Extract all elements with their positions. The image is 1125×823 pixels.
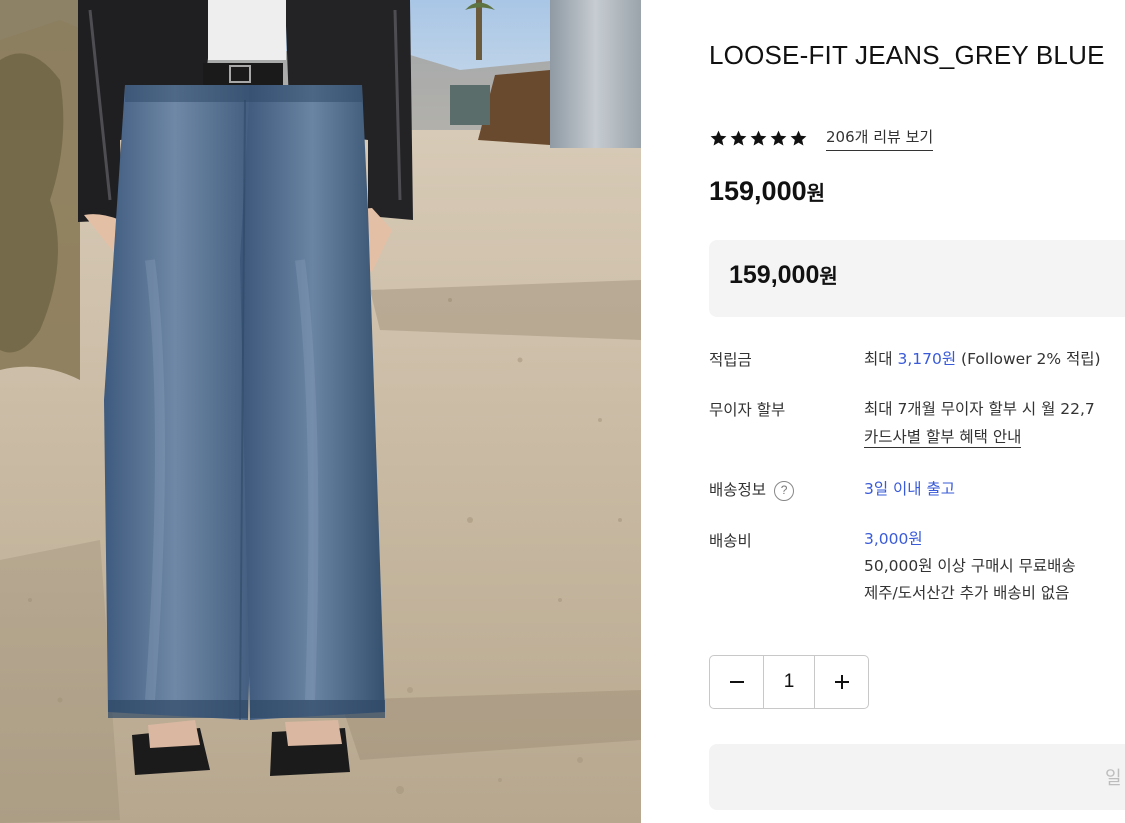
points-value: 최대 3,170원 (Follower 2% 적립) <box>864 346 1101 372</box>
product-title: LOOSE-FIT JEANS_GREY BLUE <box>709 40 1105 70</box>
installment-text: 최대 7개월 무이자 할부 시 월 22,7 <box>864 400 1095 418</box>
star-icon <box>750 130 767 146</box>
quantity-value[interactable]: 1 <box>763 656 815 708</box>
quantity-stepper: 1 <box>709 655 869 709</box>
purchase-button-label: 일 <box>1105 768 1122 789</box>
star-icon <box>730 130 747 146</box>
plus-icon <box>834 675 849 689</box>
review-link[interactable]: 206개 리뷰 보기 <box>826 126 934 151</box>
points-label: 적립금 <box>709 351 752 369</box>
star-icon <box>710 130 727 146</box>
star-rating <box>709 129 808 148</box>
star-icon <box>770 130 787 146</box>
points-prefix: 최대 <box>864 350 898 368</box>
installment-value: 카드사별 할부 혜택 안내 <box>864 424 1022 450</box>
product-photo <box>0 0 641 823</box>
star-icon <box>790 130 807 146</box>
shipping-info-label-row: 배송정보? <box>709 478 795 501</box>
points-suffix: (Follower 2% 적립) <box>956 350 1101 368</box>
shipping-info-value: 3일 이내 출고 <box>864 480 956 498</box>
remote-area-shipping-note: 제주/도서산간 추가 배송비 없음 <box>864 584 1070 602</box>
purchase-button[interactable]: 일 <box>709 744 1125 810</box>
price-amount: 159,000 <box>709 176 807 206</box>
decrease-quantity-button[interactable] <box>710 656 763 708</box>
increase-quantity-button[interactable] <box>815 656 868 708</box>
total-currency: 원 <box>819 264 838 288</box>
points-amount: 3,170원 <box>897 350 957 368</box>
installment-benefits-link[interactable]: 카드사별 할부 혜택 안내 <box>864 428 1022 448</box>
installment-label: 무이자 할부 <box>709 401 786 419</box>
total-amount: 159,000 <box>729 261 820 289</box>
minus-icon <box>729 681 744 683</box>
free-shipping-condition: 50,000원 이상 구매시 무료배송 <box>864 557 1076 575</box>
jeans-model-image <box>0 0 641 823</box>
shipping-fee-label: 배송비 <box>709 532 752 550</box>
help-icon[interactable]: ? <box>774 480 795 501</box>
product-info-panel: LOOSE-FIT JEANS_GREY BLUE 206개 리뷰 보기 159… <box>641 0 1125 823</box>
total-price: 159,000원 <box>729 260 838 290</box>
total-price-box: 159,000원 <box>709 240 1125 317</box>
price-currency: 원 <box>806 181 826 205</box>
product-price: 159,000원 <box>709 176 825 207</box>
shipping-info-label: 배송정보 <box>709 481 767 499</box>
rating-row: 206개 리뷰 보기 <box>709 126 934 151</box>
shipping-fee-amount: 3,000원 <box>864 530 923 548</box>
